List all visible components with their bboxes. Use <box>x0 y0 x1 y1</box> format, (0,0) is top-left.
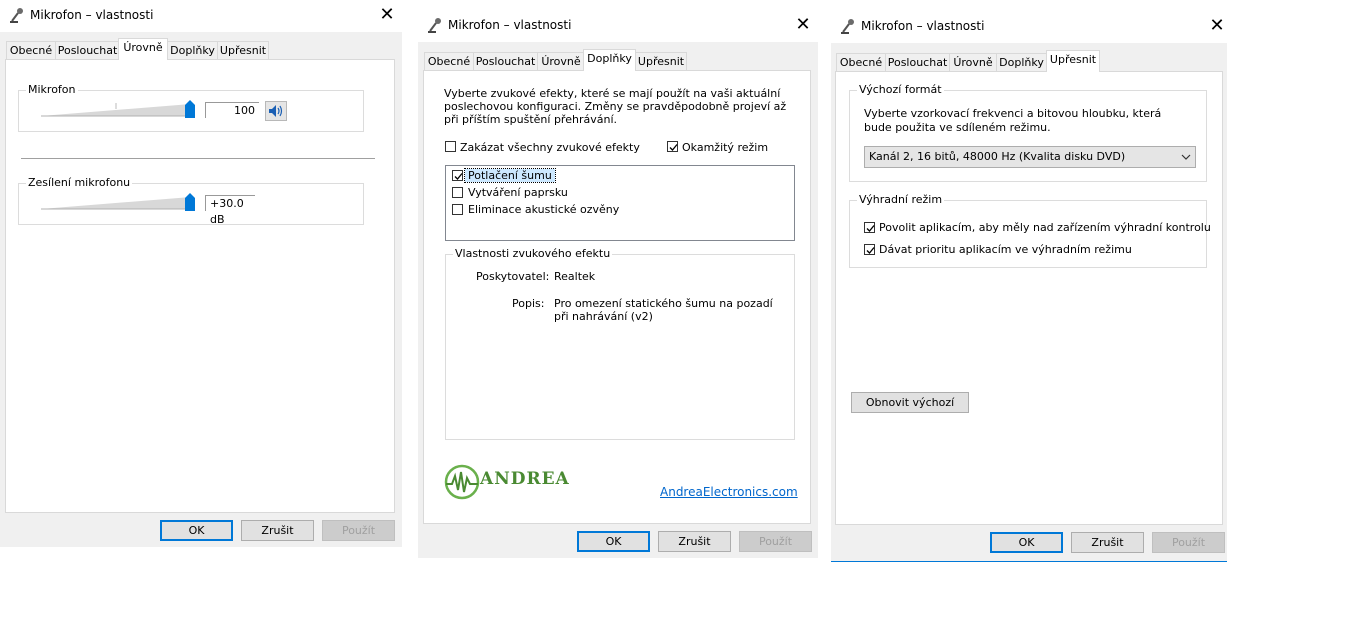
tab-general[interactable]: Obecné <box>424 52 474 71</box>
effect-properties-legend: Vlastnosti zvukového efektu <box>453 247 613 260</box>
levels-panel: Mikrofon 100 Zesílení mikrofonu +30.0 dB <box>5 59 395 513</box>
description-value: Pro omezení statického šumu na pozadí př… <box>554 297 773 323</box>
close-icon[interactable]: ✕ <box>790 14 816 38</box>
boost-level-label: Zesílení mikrofonu <box>26 176 133 189</box>
boost-level-slider[interactable] <box>41 193 197 213</box>
ok-button[interactable]: OK <box>577 531 650 552</box>
advanced-panel: Výchozí formát Vyberte vzorkovací frekve… <box>835 71 1223 525</box>
disable-all-label[interactable]: Zakázat všechny zvukové efekty <box>460 141 640 154</box>
exclusive-control-checkbox[interactable] <box>864 222 875 233</box>
slider-thumb[interactable] <box>185 193 195 211</box>
microphone-icon <box>841 19 854 34</box>
default-format-select[interactable]: Kanál 2, 16 bitů, 48000 Hz (Kvalita disk… <box>864 146 1196 168</box>
tab-levels[interactable]: Úrovně <box>537 52 585 71</box>
cancel-button[interactable]: Zrušit <box>241 520 314 541</box>
title-bar[interactable]: Mikrofon – vlastnosti ✕ <box>0 0 402 32</box>
default-format-selected: Kanál 2, 16 bitů, 48000 Hz (Kvalita disk… <box>869 150 1126 163</box>
exclusive-mode-group: Výhradní režim Povolit aplikacím, aby mě… <box>849 193 1211 268</box>
apply-button[interactable]: Použít <box>739 531 812 552</box>
microphone-level-label: Mikrofon <box>26 83 78 96</box>
effect-properties-group: Vlastnosti zvukového efektu Poskytovatel… <box>445 247 795 440</box>
default-format-legend: Výchozí formát <box>857 83 944 96</box>
boost-level-value: +30.0 dB <box>205 195 255 226</box>
slider-thumb[interactable] <box>185 100 195 118</box>
description-label: Popis: <box>512 297 545 310</box>
check-icon <box>669 144 678 151</box>
close-icon[interactable]: ✕ <box>374 4 400 28</box>
slider-track <box>41 197 191 210</box>
tab-enhancements[interactable]: Doplňky <box>583 49 636 71</box>
andrea-logo-text: ANDREA <box>480 469 570 489</box>
effect-checkbox-beamforming[interactable] <box>452 187 463 198</box>
tab-enhancements[interactable]: Doplňky <box>167 41 218 60</box>
tab-general[interactable]: Obecné <box>6 41 56 60</box>
microphone-level-value[interactable]: 100 <box>205 102 259 118</box>
microphone-icon <box>10 8 23 23</box>
window-title: Mikrofon – vlastnosti <box>861 19 985 33</box>
speaker-icon <box>269 105 283 117</box>
chevron-down-icon <box>1181 147 1191 175</box>
microphone-level-group: Mikrofon 100 <box>18 83 364 132</box>
effect-label-noise-suppression[interactable]: Potlačení šumu <box>464 168 556 183</box>
tab-general[interactable]: Obecné <box>836 53 886 72</box>
tab-listen[interactable]: Poslouchat <box>885 53 950 72</box>
exclusive-priority-checkbox[interactable] <box>864 244 875 255</box>
mute-button[interactable] <box>265 101 287 121</box>
check-icon <box>454 173 463 180</box>
window-title: Mikrofon – vlastnosti <box>448 18 572 32</box>
microphone-icon <box>428 18 441 33</box>
title-bar[interactable]: Mikrofon – vlastnosti ✕ <box>418 10 818 42</box>
tab-levels[interactable]: Úrovně <box>118 38 168 60</box>
tab-advanced[interactable]: Upřesnit <box>635 52 687 71</box>
check-icon <box>866 247 875 254</box>
andrea-logo-icon <box>444 464 480 500</box>
slider-track <box>41 103 191 117</box>
default-format-description: Vyberte vzorkovací frekvenci a bitovou h… <box>864 107 1162 134</box>
cancel-button[interactable]: Zrušit <box>658 531 731 552</box>
provider-value: Realtek <box>554 270 596 283</box>
immediate-mode-checkbox[interactable] <box>667 141 678 152</box>
default-format-group: Výchozí formát Vyberte vzorkovací frekve… <box>849 83 1207 182</box>
title-bar[interactable]: Mikrofon – vlastnosti ✕ <box>831 11 1227 43</box>
microphone-level-slider[interactable] <box>41 100 197 120</box>
tab-listen[interactable]: Poslouchat <box>55 41 120 60</box>
tab-enhancements[interactable]: Doplňky <box>996 53 1047 72</box>
effect-label-echo-cancellation[interactable]: Eliminace akustické ozvěny <box>468 203 619 216</box>
properties-window-levels: Mikrofon – vlastnosti ✕ Obecné Posloucha… <box>0 0 402 547</box>
close-icon[interactable]: ✕ <box>1204 15 1230 39</box>
tab-advanced[interactable]: Upřesnit <box>1046 50 1100 72</box>
ok-button[interactable]: OK <box>990 532 1063 553</box>
properties-window-advanced: Mikrofon – vlastnosti ✕ Obecné Posloucha… <box>831 11 1227 562</box>
effects-list[interactable]: Potlačení šumu Vytváření paprsku Elimina… <box>445 165 795 241</box>
immediate-mode-label[interactable]: Okamžitý režim <box>682 141 768 154</box>
exclusive-control-label[interactable]: Povolit aplikacím, aby měly nad zařízení… <box>879 221 1211 234</box>
effect-checkbox-echo-cancellation[interactable] <box>452 204 463 215</box>
exclusive-priority-label[interactable]: Dávat prioritu aplikacím ve výhradním re… <box>879 243 1132 256</box>
boost-level-group: Zesílení mikrofonu +30.0 dB <box>18 176 364 226</box>
tab-listen[interactable]: Poslouchat <box>473 52 538 71</box>
effect-label-beamforming[interactable]: Vytváření paprsku <box>468 186 568 199</box>
andrea-website-link[interactable]: AndreaElectronics.com <box>660 485 798 499</box>
disable-all-checkbox[interactable] <box>445 141 456 152</box>
tab-advanced[interactable]: Upřesnit <box>217 41 269 60</box>
provider-label: Poskytovatel: <box>476 270 550 283</box>
check-icon <box>866 225 875 232</box>
properties-window-enhancements: Mikrofon – vlastnosti ✕ Obecné Posloucha… <box>418 10 818 558</box>
effect-checkbox-noise-suppression[interactable] <box>452 170 463 181</box>
separator <box>21 158 375 159</box>
window-title: Mikrofon – vlastnosti <box>30 8 154 22</box>
ok-button[interactable]: OK <box>160 520 233 541</box>
cancel-button[interactable]: Zrušit <box>1071 532 1144 553</box>
exclusive-mode-legend: Výhradní režim <box>857 193 945 206</box>
apply-button[interactable]: Použít <box>1152 532 1225 553</box>
restore-default-button[interactable]: Obnovit výchozí <box>851 392 969 413</box>
tab-levels[interactable]: Úrovně <box>949 53 997 72</box>
apply-button[interactable]: Použít <box>322 520 395 541</box>
enhancements-panel: Vyberte zvukové efekty, které se mají po… <box>423 70 811 524</box>
enhancements-intro: Vyberte zvukové efekty, které se mají po… <box>444 87 787 126</box>
